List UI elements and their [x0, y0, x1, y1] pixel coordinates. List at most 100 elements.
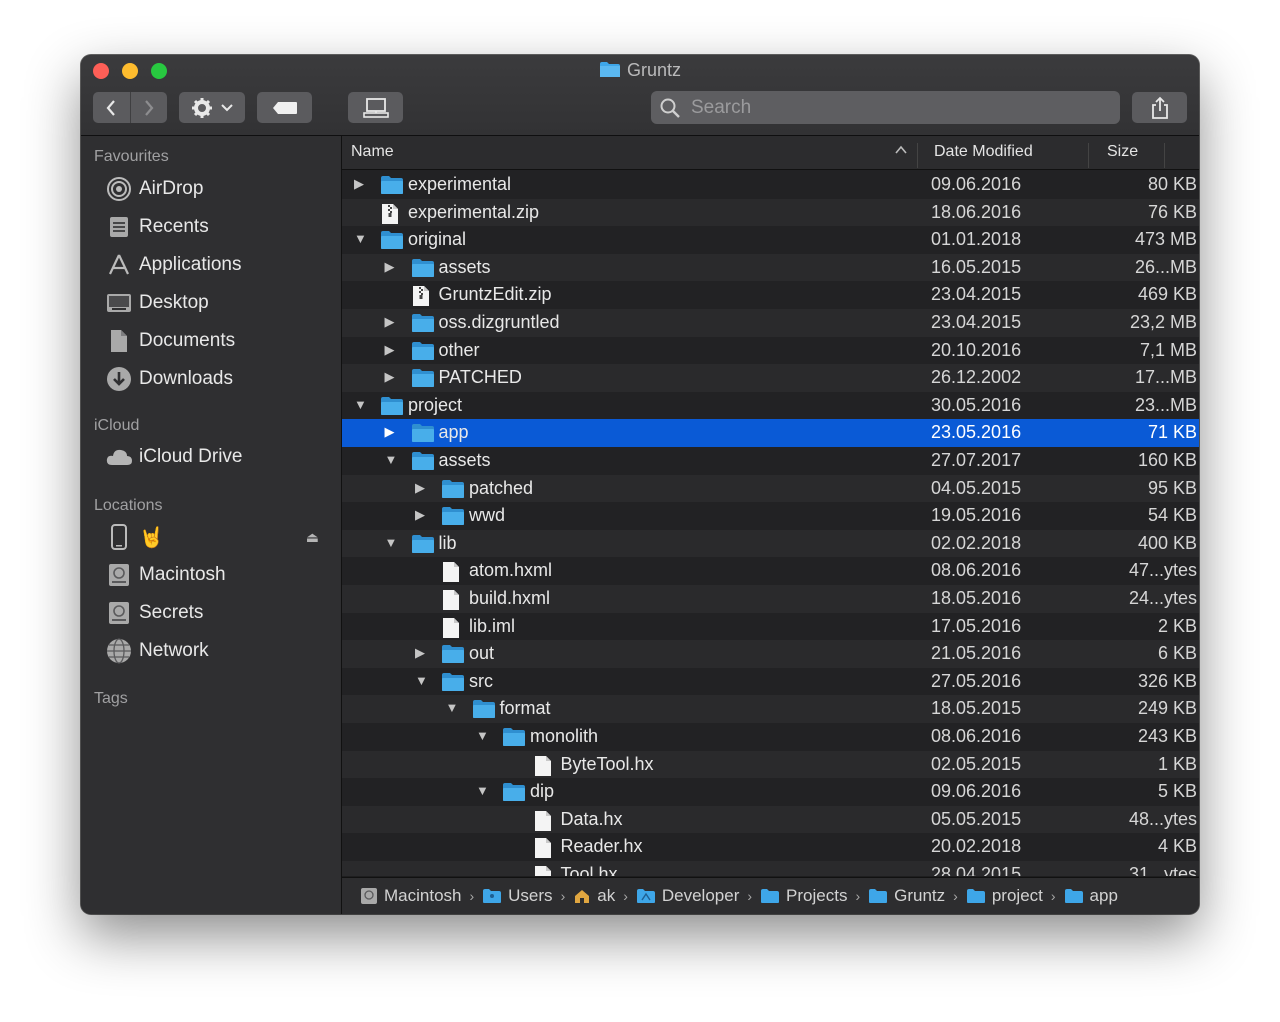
item-date-modified: 20.10.2016 [931, 339, 1022, 360]
back-button[interactable] [93, 92, 130, 123]
path-item-developer[interactable]: Developer [636, 886, 739, 906]
disclosure-collapsed-icon[interactable]: ▶ [354, 177, 368, 191]
file-row[interactable]: atom.hxml 08.06.2016 47...ytes [342, 557, 1199, 585]
file-row[interactable]: build.hxml 18.05.2016 24...ytes [342, 585, 1199, 613]
item-name: Tool.hx [560, 864, 618, 876]
disclosure-expanded-icon[interactable]: ▼ [476, 784, 490, 798]
folder-row[interactable]: ▶ oss.dizgruntled 23.04.2015 23,2 MB [342, 309, 1199, 337]
folder-row[interactable]: ▼ assets 27.07.2017 160 KB [342, 447, 1199, 475]
path-separator-icon: › [855, 888, 861, 904]
folder-row[interactable]: ▶ patched 04.05.2015 95 KB [342, 474, 1199, 503]
disclosure-expanded-icon[interactable]: ▼ [476, 729, 490, 743]
path-item-ak[interactable]: ak [573, 886, 615, 906]
search-input[interactable] [689, 95, 1113, 120]
sidebar-item-applications[interactable]: Applications [105, 248, 325, 282]
sidebar-item-macintosh[interactable]: Macintosh [105, 558, 325, 592]
item-size: 26...MB [1134, 256, 1197, 277]
sidebar-item-airdrop[interactable]: AirDrop [105, 172, 325, 206]
column-size[interactable]: Size [1107, 143, 1138, 161]
sidebar-item-secrets[interactable]: Secrets [105, 596, 325, 630]
item-date-modified: 02.02.2018 [931, 532, 1022, 553]
disclosure-collapsed-icon[interactable]: ▶ [385, 259, 399, 274]
folder-row[interactable]: ▼ project 30.05.2016 23...MB [342, 392, 1199, 420]
disclosure-expanded-icon[interactable]: ▼ [415, 673, 429, 688]
recents-icon [105, 213, 133, 241]
item-date-modified: 08.06.2016 [931, 560, 1022, 581]
folder-row[interactable]: ▼ dip 09.06.2016 5 KB [342, 778, 1199, 806]
path-item-app[interactable]: app [1064, 886, 1118, 906]
disclosure-collapsed-icon[interactable]: ▶ [385, 370, 399, 384]
sidebar-item-recents[interactable]: Recents [105, 210, 325, 244]
item-name: dip [530, 781, 555, 802]
folder-row[interactable]: ▼ original 01.01.2018 473 MB [342, 226, 1199, 254]
view-options-button[interactable] [348, 92, 403, 123]
folder-row[interactable]: ▼ lib 02.02.2018 400 KB [342, 529, 1199, 558]
file-row[interactable]: GruntzEdit.zip 23.04.2015 469 KB [342, 281, 1199, 309]
item-date-modified: 23.04.2015 [931, 312, 1022, 332]
sidebar-item-network[interactable]: Network [105, 634, 325, 668]
folder-row[interactable]: ▶ assets 16.05.2015 26...MB [342, 253, 1199, 282]
disclosure-expanded-icon[interactable]: ▼ [354, 397, 368, 412]
item-date-modified: 19.05.2016 [931, 505, 1022, 526]
disclosure-expanded-icon[interactable]: ▼ [446, 701, 460, 715]
folder-row[interactable]: ▼ format 18.05.2015 249 KB [342, 695, 1199, 723]
file-row[interactable]: Tool.hx 28.04.2015 31...ytes [342, 861, 1199, 876]
search-field[interactable] [651, 91, 1120, 124]
sidebar-item-documents[interactable]: Documents [105, 324, 325, 358]
disclosure-collapsed-icon[interactable]: ▶ [415, 480, 429, 495]
path-item-macintosh[interactable]: Macintosh [360, 886, 461, 906]
file-row[interactable]: ByteTool.hx 02.05.2015 1 KB [342, 750, 1199, 779]
folder-row[interactable]: ▶ app 23.05.2016 71 KB [342, 419, 1199, 447]
folder-icon [411, 313, 435, 333]
disclosure-collapsed-icon[interactable]: ▶ [385, 315, 399, 329]
item-size: 80 KB [1147, 174, 1197, 194]
nav-button-group [93, 92, 167, 123]
desktop-icon [105, 289, 133, 317]
item-date-modified: 27.07.2017 [931, 450, 1022, 470]
disclosure-collapsed-icon[interactable]: ▶ [385, 425, 399, 439]
sidebar-item-iphone[interactable]: 🤘 ⏏ [105, 520, 325, 554]
file-row[interactable]: Data.hx 05.05.2015 48...ytes [342, 805, 1199, 834]
eject-icon[interactable]: ⏏ [306, 529, 319, 546]
gear-icon [192, 97, 212, 118]
sidebar-item-icloud-drive[interactable]: iCloud Drive [105, 440, 325, 474]
folder-row[interactable]: ▶ experimental 09.06.2016 80 KB [342, 171, 1199, 199]
forward-button[interactable] [129, 92, 168, 123]
disclosure-collapsed-icon[interactable]: ▶ [385, 342, 399, 357]
sidebar-item-desktop[interactable]: Desktop [105, 286, 325, 320]
folder-row[interactable]: ▶ PATCHED 26.12.2002 17...MB [342, 364, 1199, 392]
disclosure-expanded-icon[interactable]: ▼ [385, 535, 399, 550]
item-date-modified: 09.06.2016 [931, 174, 1022, 194]
sidebar-item-downloads[interactable]: Downloads [105, 362, 325, 396]
path-item-users[interactable]: Users [482, 886, 553, 906]
disclosure-collapsed-icon[interactable]: ▶ [415, 646, 429, 660]
share-button[interactable] [1132, 92, 1187, 123]
disclosure-expanded-icon[interactable]: ▼ [385, 453, 399, 467]
folder-row[interactable]: ▶ out 21.05.2016 6 KB [342, 640, 1199, 668]
titlebar: Gruntz [81, 55, 1199, 136]
file-row[interactable]: lib.iml 17.05.2016 2 KB [342, 613, 1199, 641]
item-date-modified: 02.05.2015 [931, 753, 1022, 774]
tags-button[interactable] [257, 92, 312, 123]
column-name[interactable]: Name [351, 143, 394, 161]
disclosure-collapsed-icon[interactable]: ▶ [415, 508, 429, 522]
path-item-gruntz[interactable]: Gruntz [868, 886, 945, 906]
column-date-modified[interactable]: Date Modified [934, 143, 1033, 161]
file-list: Name Date Modified Size ▶ experimental 09.… [342, 136, 1199, 876]
disclosure-expanded-icon[interactable]: ▼ [354, 232, 368, 246]
file-row[interactable]: experimental.zip 18.06.2016 76 KB [342, 198, 1199, 227]
folder-row[interactable]: ▼ src 27.05.2016 326 KB [342, 668, 1199, 696]
item-name: experimental.zip [408, 201, 540, 222]
action-menu-button[interactable] [179, 92, 245, 123]
path-item-project[interactable]: project [966, 886, 1043, 906]
item-size: 31...ytes [1128, 864, 1197, 876]
folder-icon [1064, 888, 1084, 904]
folder-row[interactable]: ▼ monolith 08.06.2016 243 KB [342, 723, 1199, 751]
documents-icon [105, 327, 133, 355]
path-item-projects[interactable]: Projects [760, 886, 847, 906]
folder-row[interactable]: ▶ other 20.10.2016 7,1 MB [342, 337, 1199, 365]
folder-row[interactable]: ▶ wwd 19.05.2016 54 KB [342, 502, 1199, 530]
folder-icon [868, 888, 888, 904]
file-row[interactable]: Reader.hx 20.02.2018 4 KB [342, 833, 1199, 861]
item-size: 6 KB [1157, 643, 1197, 664]
